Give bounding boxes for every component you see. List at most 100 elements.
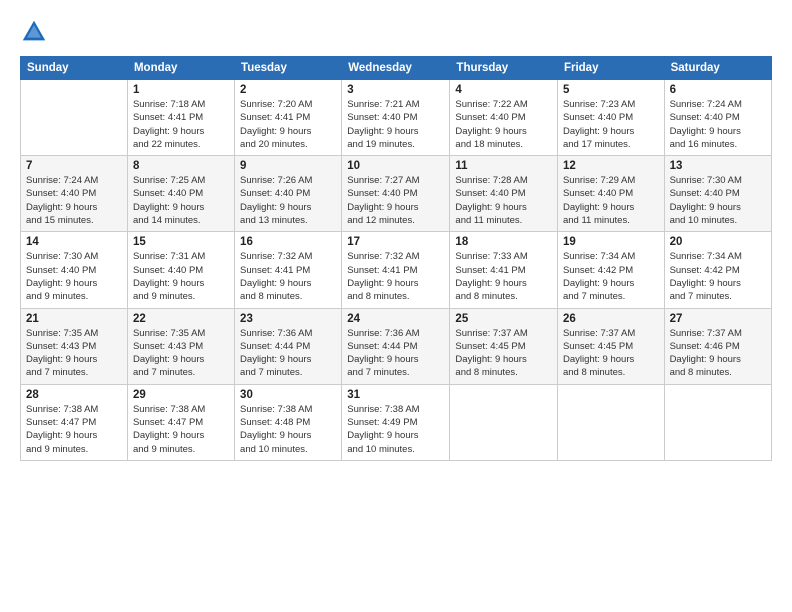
day-cell: 7 Sunrise: 7:24 AM Sunset: 4:40 PM Daylig… [21,156,128,232]
day-info: Sunrise: 7:30 AM Sunset: 4:40 PM Dayligh… [670,174,766,227]
day-cell: 26 Sunrise: 7:37 AM Sunset: 4:45 PM Dayli… [557,308,664,384]
col-header-thursday: Thursday [450,57,558,80]
day-cell: 14 Sunrise: 7:30 AM Sunset: 4:40 PM Dayli… [21,232,128,308]
day-number: 12 [563,160,659,172]
day-number: 19 [563,236,659,248]
day-info: Sunrise: 7:37 AM Sunset: 4:46 PM Dayligh… [670,327,766,380]
day-number: 27 [670,313,766,325]
day-info: Sunrise: 7:23 AM Sunset: 4:40 PM Dayligh… [563,98,659,151]
day-number: 24 [347,313,444,325]
day-info: Sunrise: 7:38 AM Sunset: 4:48 PM Dayligh… [240,403,336,456]
day-cell: 17Sunrise: 7:32 AM Sunset: 4:41 PM Dayli… [342,232,450,308]
day-info: Sunrise: 7:34 AM Sunset: 4:42 PM Dayligh… [670,250,766,303]
day-cell: 4 Sunrise: 7:22 AM Sunset: 4:40 PM Daylig… [450,80,558,156]
day-info: Sunrise: 7:22 AM Sunset: 4:40 PM Dayligh… [455,98,552,151]
week-row-4: 21Sunrise: 7:35 AM Sunset: 4:43 PM Dayli… [21,308,772,384]
day-cell: 15Sunrise: 7:31 AM Sunset: 4:40 PM Dayli… [127,232,234,308]
day-number: 30 [240,389,336,401]
col-header-wednesday: Wednesday [342,57,450,80]
logo [20,18,52,46]
col-header-tuesday: Tuesday [235,57,342,80]
day-cell: 3 Sunrise: 7:21 AM Sunset: 4:40 PM Daylig… [342,80,450,156]
week-row-1: 1Sunrise: 7:18 AM Sunset: 4:41 PM Daylig… [21,80,772,156]
day-info: Sunrise: 7:33 AM Sunset: 4:41 PM Dayligh… [455,250,552,303]
day-number: 8 [133,160,229,172]
logo-icon [20,18,48,46]
day-info: Sunrise: 7:32 AM Sunset: 4:41 PM Dayligh… [347,250,444,303]
day-number: 20 [670,236,766,248]
day-info: Sunrise: 7:27 AM Sunset: 4:40 PM Dayligh… [347,174,444,227]
week-row-3: 14 Sunrise: 7:30 AM Sunset: 4:40 PM Dayli… [21,232,772,308]
day-number: 4 [455,84,552,96]
day-info: Sunrise: 7:26 AM Sunset: 4:40 PM Dayligh… [240,174,336,227]
day-cell: 30 Sunrise: 7:38 AM Sunset: 4:48 PM Dayli… [235,384,342,460]
col-header-sunday: Sunday [21,57,128,80]
day-cell: 21Sunrise: 7:35 AM Sunset: 4:43 PM Dayli… [21,308,128,384]
col-header-friday: Friday [557,57,664,80]
day-cell: 10 Sunrise: 7:27 AM Sunset: 4:40 PM Dayli… [342,156,450,232]
day-number: 13 [670,160,766,172]
day-cell: 9 Sunrise: 7:26 AM Sunset: 4:40 PM Daylig… [235,156,342,232]
day-info: Sunrise: 7:24 AM Sunset: 4:40 PM Dayligh… [26,174,122,227]
day-info: Sunrise: 7:28 AM Sunset: 4:40 PM Dayligh… [455,174,552,227]
day-number: 6 [670,84,766,96]
day-number: 2 [240,84,336,96]
day-number: 11 [455,160,552,172]
day-info: Sunrise: 7:24 AM Sunset: 4:40 PM Dayligh… [670,98,766,151]
day-number: 16 [240,236,336,248]
day-cell: 13 Sunrise: 7:30 AM Sunset: 4:40 PM Dayli… [664,156,771,232]
day-info: Sunrise: 7:32 AM Sunset: 4:41 PM Dayligh… [240,250,336,303]
day-cell: 24 Sunrise: 7:36 AM Sunset: 4:44 PM Dayli… [342,308,450,384]
week-row-5: 28 Sunrise: 7:38 AM Sunset: 4:47 PM Dayli… [21,384,772,460]
day-cell: 5 Sunrise: 7:23 AM Sunset: 4:40 PM Daylig… [557,80,664,156]
day-info: Sunrise: 7:30 AM Sunset: 4:40 PM Dayligh… [26,250,122,303]
day-number: 29 [133,389,229,401]
day-number: 25 [455,313,552,325]
calendar: SundayMondayTuesdayWednesdayThursdayFrid… [20,56,772,461]
day-number: 1 [133,84,229,96]
col-header-saturday: Saturday [664,57,771,80]
day-info: Sunrise: 7:34 AM Sunset: 4:42 PM Dayligh… [563,250,659,303]
day-number: 3 [347,84,444,96]
day-info: Sunrise: 7:38 AM Sunset: 4:49 PM Dayligh… [347,403,444,456]
day-number: 7 [26,160,122,172]
header-row: SundayMondayTuesdayWednesdayThursdayFrid… [21,57,772,80]
day-cell: 29 Sunrise: 7:38 AM Sunset: 4:47 PM Dayli… [127,384,234,460]
day-info: Sunrise: 7:38 AM Sunset: 4:47 PM Dayligh… [26,403,122,456]
day-info: Sunrise: 7:20 AM Sunset: 4:41 PM Dayligh… [240,98,336,151]
day-number: 5 [563,84,659,96]
day-cell: 27 Sunrise: 7:37 AM Sunset: 4:46 PM Dayli… [664,308,771,384]
day-cell: 19 Sunrise: 7:34 AM Sunset: 4:42 PM Dayli… [557,232,664,308]
day-number: 14 [26,236,122,248]
day-cell: 18 Sunrise: 7:33 AM Sunset: 4:41 PM Dayli… [450,232,558,308]
day-cell: 6 Sunrise: 7:24 AM Sunset: 4:40 PM Daylig… [664,80,771,156]
day-cell: 20 Sunrise: 7:34 AM Sunset: 4:42 PM Dayli… [664,232,771,308]
day-cell [450,384,558,460]
day-info: Sunrise: 7:37 AM Sunset: 4:45 PM Dayligh… [563,327,659,380]
day-number: 22 [133,313,229,325]
day-cell: 25Sunrise: 7:37 AM Sunset: 4:45 PM Dayli… [450,308,558,384]
day-info: Sunrise: 7:35 AM Sunset: 4:43 PM Dayligh… [26,327,122,380]
day-number: 26 [563,313,659,325]
day-cell: 23Sunrise: 7:36 AM Sunset: 4:44 PM Dayli… [235,308,342,384]
day-number: 9 [240,160,336,172]
day-info: Sunrise: 7:38 AM Sunset: 4:47 PM Dayligh… [133,403,229,456]
day-number: 18 [455,236,552,248]
day-cell: 22Sunrise: 7:35 AM Sunset: 4:43 PM Dayli… [127,308,234,384]
day-info: Sunrise: 7:25 AM Sunset: 4:40 PM Dayligh… [133,174,229,227]
day-cell [664,384,771,460]
day-info: Sunrise: 7:29 AM Sunset: 4:40 PM Dayligh… [563,174,659,227]
day-cell: 31 Sunrise: 7:38 AM Sunset: 4:49 PM Dayli… [342,384,450,460]
day-number: 31 [347,389,444,401]
page: SundayMondayTuesdayWednesdayThursdayFrid… [0,0,792,612]
day-cell: 2 Sunrise: 7:20 AM Sunset: 4:41 PM Daylig… [235,80,342,156]
day-number: 23 [240,313,336,325]
day-cell [557,384,664,460]
day-info: Sunrise: 7:21 AM Sunset: 4:40 PM Dayligh… [347,98,444,151]
day-number: 10 [347,160,444,172]
day-cell: 11 Sunrise: 7:28 AM Sunset: 4:40 PM Dayli… [450,156,558,232]
day-cell: 1Sunrise: 7:18 AM Sunset: 4:41 PM Daylig… [127,80,234,156]
day-info: Sunrise: 7:31 AM Sunset: 4:40 PM Dayligh… [133,250,229,303]
day-number: 28 [26,389,122,401]
day-info: Sunrise: 7:36 AM Sunset: 4:44 PM Dayligh… [347,327,444,380]
